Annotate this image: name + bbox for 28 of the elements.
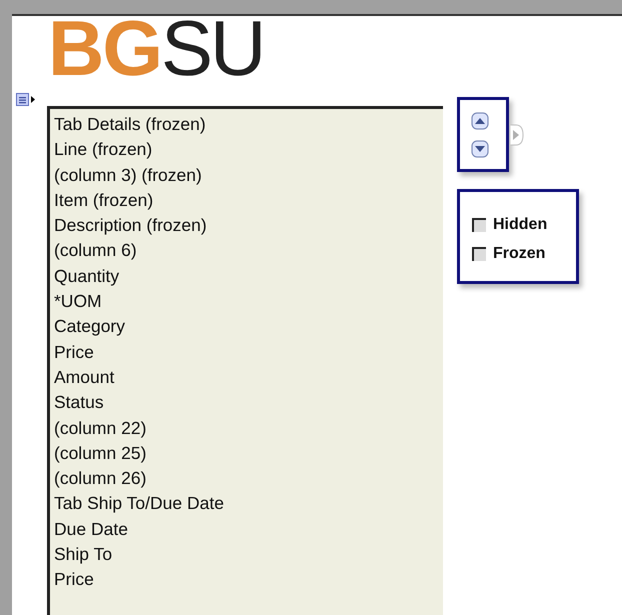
column-list-item[interactable]: Status [54, 390, 443, 416]
checkbox-label: Hidden [493, 216, 548, 234]
column-list-item[interactable]: (column 22) [54, 416, 443, 441]
column-list-item[interactable]: (column 6) [54, 238, 443, 264]
checkbox-label: Frozen [493, 245, 546, 263]
column-list-item[interactable]: Category [54, 314, 443, 340]
move-down-icon[interactable] [471, 140, 489, 158]
column-list-item[interactable]: Line (frozen) [54, 137, 443, 163]
column-list-item[interactable]: Quantity [54, 264, 443, 290]
column-list[interactable] [47, 106, 443, 615]
column-list-item[interactable]: Tab Details (frozen) [54, 112, 443, 138]
checkbox[interactable] [472, 218, 486, 232]
column-list-item[interactable]: Tab Ship To/Due Date [54, 491, 443, 517]
column-list-item[interactable]: Price [54, 340, 443, 365]
column-list-item[interactable]: (column 25) [54, 440, 443, 466]
column-list-item[interactable]: Item (frozen) [54, 188, 443, 214]
logo: BGSU [48, 16, 264, 80]
menu-icon[interactable] [16, 93, 36, 107]
move-up-icon[interactable] [471, 112, 489, 130]
column-list-item[interactable]: (column 3) (frozen) [54, 162, 443, 188]
column-list-item[interactable]: *UOM [54, 289, 443, 314]
column-list-item[interactable]: Amount [54, 364, 443, 390]
column-list-item[interactable]: Due Date [54, 516, 443, 542]
column-list-item[interactable]: (column 26) [54, 466, 443, 492]
column-list-item[interactable]: Description (frozen) [54, 213, 443, 238]
checkbox[interactable] [472, 247, 486, 261]
column-list-item[interactable]: Price [54, 567, 443, 593]
column-list-item[interactable]: Ship To [54, 542, 443, 568]
